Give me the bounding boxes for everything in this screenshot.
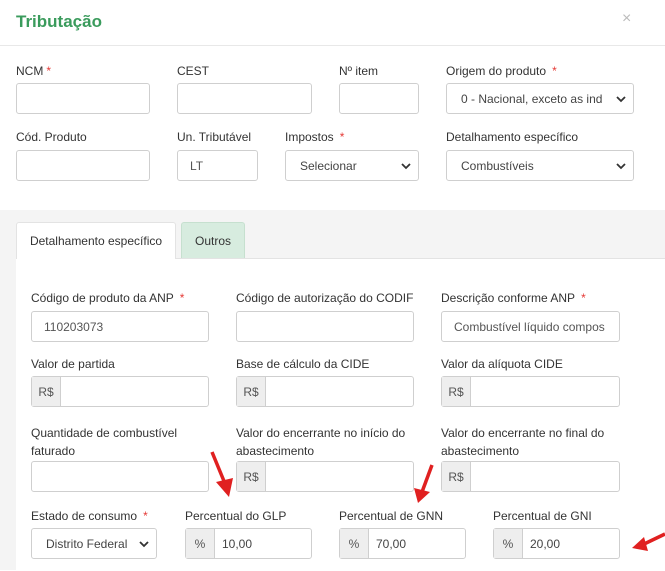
percent-addon: %: [494, 529, 523, 558]
valor-partida-input[interactable]: R$: [31, 376, 209, 407]
cod-produto-input[interactable]: [16, 150, 150, 181]
currency-addon: R$: [237, 462, 266, 491]
valor-partida-label: Valor de partida: [31, 357, 115, 371]
encerrante-inicio-label: Valor do encerrante no início do abasteci…: [236, 426, 406, 458]
estado-consumo-select[interactable]: Distrito Federal: [31, 528, 157, 559]
currency-addon: R$: [237, 377, 266, 406]
perc-gnn-label: Percentual de GNN: [339, 509, 444, 523]
desc-anp-label: Descrição conforme ANP *: [441, 291, 586, 305]
base-cide-input[interactable]: R$: [236, 376, 414, 407]
tab-outros[interactable]: Outros: [181, 222, 245, 258]
estado-consumo-value: Distrito Federal: [46, 536, 128, 551]
aliquota-cide-input[interactable]: R$: [441, 376, 620, 407]
encerrante-final-label: Valor do encerrante no final do abastecim…: [441, 426, 605, 458]
encerrante-final-input[interactable]: R$: [441, 461, 620, 492]
annotation-arrow-icon: [414, 464, 434, 503]
aliquota-cide-label: Valor da alíquota CIDE: [441, 357, 563, 371]
header-divider: [0, 45, 665, 46]
estado-consumo-label: Estado de consumo *: [31, 509, 148, 523]
un-tributavel-input[interactable]: LT: [177, 150, 258, 181]
chevron-down-icon: [616, 163, 626, 170]
item-number-label: Nº item: [339, 64, 379, 78]
cest-input[interactable]: [177, 83, 312, 114]
ncm-input[interactable]: [16, 83, 150, 114]
modal-title: Tributação: [16, 12, 102, 31]
codif-label: Código de autorização do CODIF: [236, 291, 414, 305]
perc-glp-label: Percentual do GLP: [185, 509, 287, 523]
detalhamento-select-value: Combustíveis: [461, 158, 534, 173]
item-number-input[interactable]: [339, 83, 419, 114]
base-cide-label: Base de cálculo da CIDE: [236, 357, 370, 371]
percent-addon: %: [340, 529, 369, 558]
impostos-label: Impostos *: [285, 130, 345, 144]
detalhamento-label: Detalhamento específico: [446, 130, 579, 144]
currency-addon: R$: [32, 377, 61, 406]
perc-gnn-input[interactable]: % 70,00: [339, 528, 466, 559]
perc-gni-value: 20,00: [530, 536, 561, 551]
cod-anp-label: Código de produto da ANP *: [31, 291, 185, 305]
percent-addon: %: [186, 529, 215, 558]
perc-gnn-value: 70,00: [376, 536, 407, 551]
ncm-label: NCM *: [16, 64, 51, 78]
perc-glp-value: 10,00: [222, 536, 253, 551]
qtd-faturado-input[interactable]: [31, 461, 209, 492]
chevron-down-icon: [616, 96, 626, 103]
cod-anp-input[interactable]: 110203073: [31, 311, 209, 342]
close-icon[interactable]: ×: [622, 10, 631, 28]
detalhamento-select[interactable]: Combustíveis: [446, 150, 634, 181]
origem-select-value: 0 - Nacional, exceto as ind: [461, 91, 603, 106]
chevron-down-icon: [139, 541, 149, 548]
perc-gni-label: Percentual de GNI: [493, 509, 592, 523]
impostos-select-value: Selecionar: [300, 158, 357, 173]
desc-anp-input[interactable]: Combustível líquido compos: [441, 311, 620, 342]
perc-gni-input[interactable]: % 20,00: [493, 528, 620, 559]
cod-produto-label: Cód. Produto: [16, 130, 87, 144]
impostos-select[interactable]: Selecionar: [285, 150, 419, 181]
annotation-arrow-icon: [632, 532, 665, 551]
currency-addon: R$: [442, 377, 471, 406]
annotation-arrow-icon: [210, 451, 233, 497]
chevron-down-icon: [401, 163, 411, 170]
origem-label: Origem do produto *: [446, 64, 557, 78]
tab-detalhamento[interactable]: Detalhamento específico: [16, 222, 176, 259]
perc-glp-input[interactable]: % 10,00: [185, 528, 312, 559]
codif-input[interactable]: [236, 311, 414, 342]
currency-addon: R$: [442, 462, 471, 491]
cest-label: CEST: [177, 64, 210, 78]
origem-select[interactable]: 0 - Nacional, exceto as ind: [446, 83, 634, 114]
encerrante-inicio-input[interactable]: R$: [236, 461, 414, 492]
un-tributavel-label: Un. Tributável: [177, 130, 252, 144]
qtd-faturado-label: Quantidade de combustível faturado: [31, 426, 178, 458]
